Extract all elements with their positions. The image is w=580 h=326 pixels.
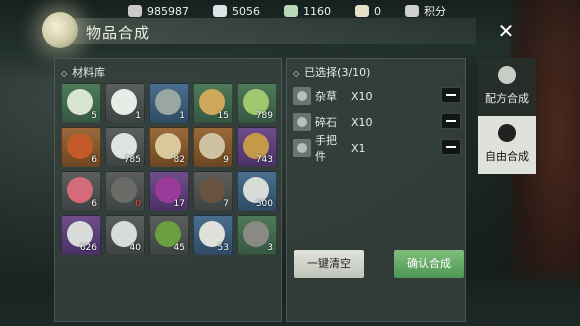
material-slot[interactable]: 40: [105, 215, 145, 255]
materials-grid: 5 1 1 15 789 6 785 82 9 743 6 0 17 7 500 626 40 45 53 3: [61, 83, 277, 255]
material-count: 3: [267, 243, 273, 253]
selected-item: 杂草 X10: [293, 85, 461, 107]
item-quantity: X1: [351, 141, 366, 155]
material-slot[interactable]: 500: [237, 171, 277, 211]
material-slot[interactable]: 53: [193, 215, 233, 255]
material-slot[interactable]: 626: [61, 215, 101, 255]
item-name: 碎石: [315, 116, 337, 129]
currency-3-icon: [284, 5, 298, 17]
material-count: 500: [255, 199, 273, 209]
material-count: 40: [129, 243, 141, 253]
material-count: 17: [173, 199, 185, 209]
material-count: 45: [173, 243, 185, 253]
remove-button[interactable]: [441, 139, 461, 155]
remove-button[interactable]: [441, 87, 461, 103]
material-slot[interactable]: 15: [193, 83, 233, 123]
material-icon: [111, 177, 137, 203]
item-name: 手把件: [315, 134, 337, 163]
page-title: 物品合成: [86, 24, 151, 42]
material-slot[interactable]: 789: [237, 83, 277, 123]
recipe-icon: [498, 66, 516, 84]
selected-title: ◇ 已选择(3/10): [293, 66, 371, 79]
item-quantity: X10: [351, 89, 373, 103]
material-icon: [67, 133, 93, 159]
resource-currency-2: 5056: [213, 5, 260, 18]
material-count: 789: [255, 111, 273, 121]
material-icon: [155, 89, 181, 115]
material-count: 626: [79, 243, 97, 253]
selected-panel: ◇ 已选择(3/10) 杂草 X10 碎石 X10 手把件 X1: [286, 58, 466, 322]
points-icon: [405, 5, 419, 17]
resource-currency-4: 0: [355, 5, 381, 18]
materials-title: ◇ 材料库: [61, 66, 106, 79]
material-slot[interactable]: 785: [105, 127, 145, 167]
material-icon: [199, 177, 225, 203]
material-icon: [111, 89, 137, 115]
material-icon: [67, 89, 93, 115]
material-count: 7: [223, 199, 229, 209]
item-quantity: X10: [351, 115, 373, 129]
diamond-icon: ◇: [293, 68, 300, 78]
material-count: 5: [91, 111, 97, 121]
material-icon: [243, 221, 269, 247]
material-count: 53: [217, 243, 229, 253]
material-count: 785: [123, 155, 141, 165]
selected-item: 手把件 X1: [293, 134, 461, 163]
material-slot[interactable]: 3: [237, 215, 277, 255]
material-icon: [67, 177, 93, 203]
material-count: 6: [91, 199, 97, 209]
material-count: 6: [91, 155, 97, 165]
resource-value: 1160: [303, 4, 331, 18]
material-slot[interactable]: 45: [149, 215, 189, 255]
materials-panel: ◇ 材料库 5 1 1 15 789 6 785 82 9 743 6 0 17 7 500 626 40 45 53…: [54, 58, 282, 322]
item-name: 杂草: [315, 90, 337, 103]
selected-item: 碎石 X10: [293, 111, 461, 133]
material-slot[interactable]: 1: [105, 83, 145, 123]
material-slot[interactable]: 9: [193, 127, 233, 167]
tab-recipe-synthesis[interactable]: 配方合成: [478, 58, 536, 116]
resource-value: 积分: [424, 5, 446, 18]
resource-value: 0: [374, 4, 381, 18]
resource-value: 5056: [232, 4, 260, 18]
material-slot[interactable]: 5: [61, 83, 101, 123]
material-slot[interactable]: 82: [149, 127, 189, 167]
material-icon: [199, 133, 225, 159]
resource-points: 积分: [405, 3, 446, 19]
currency-2-icon: [213, 5, 227, 17]
moon-icon: [42, 12, 78, 48]
material-count: 1: [135, 111, 141, 121]
recycle-icon: [498, 124, 516, 142]
material-slot[interactable]: 6: [61, 171, 101, 211]
material-count: 0: [135, 199, 141, 209]
currency-1-icon: [128, 5, 142, 17]
material-slot[interactable]: 743: [237, 127, 277, 167]
material-slot[interactable]: 0: [105, 171, 145, 211]
tab-free-synthesis[interactable]: 自由合成: [478, 116, 536, 174]
material-count: 82: [173, 155, 185, 165]
currency-4-icon: [355, 5, 369, 17]
material-slot[interactable]: 1: [149, 83, 189, 123]
confirm-synthesis-button[interactable]: 确认合成: [394, 250, 464, 278]
close-button[interactable]: ✕: [491, 18, 521, 44]
remove-button[interactable]: [441, 113, 461, 129]
material-count: 743: [255, 155, 273, 165]
item-icon: [293, 139, 311, 157]
material-count: 15: [217, 111, 229, 121]
item-icon: [293, 113, 311, 131]
material-slot[interactable]: 6: [61, 127, 101, 167]
resource-currency-3: 1160: [284, 5, 331, 18]
clear-all-button[interactable]: 一键清空: [294, 250, 364, 278]
material-count: 9: [223, 155, 229, 165]
item-icon: [293, 87, 311, 105]
material-count: 1: [179, 111, 185, 121]
resource-value: 985987: [147, 4, 189, 18]
material-slot[interactable]: 17: [149, 171, 189, 211]
diamond-icon: ◇: [61, 68, 68, 78]
material-slot[interactable]: 7: [193, 171, 233, 211]
resource-currency-1: 985987: [128, 5, 189, 18]
